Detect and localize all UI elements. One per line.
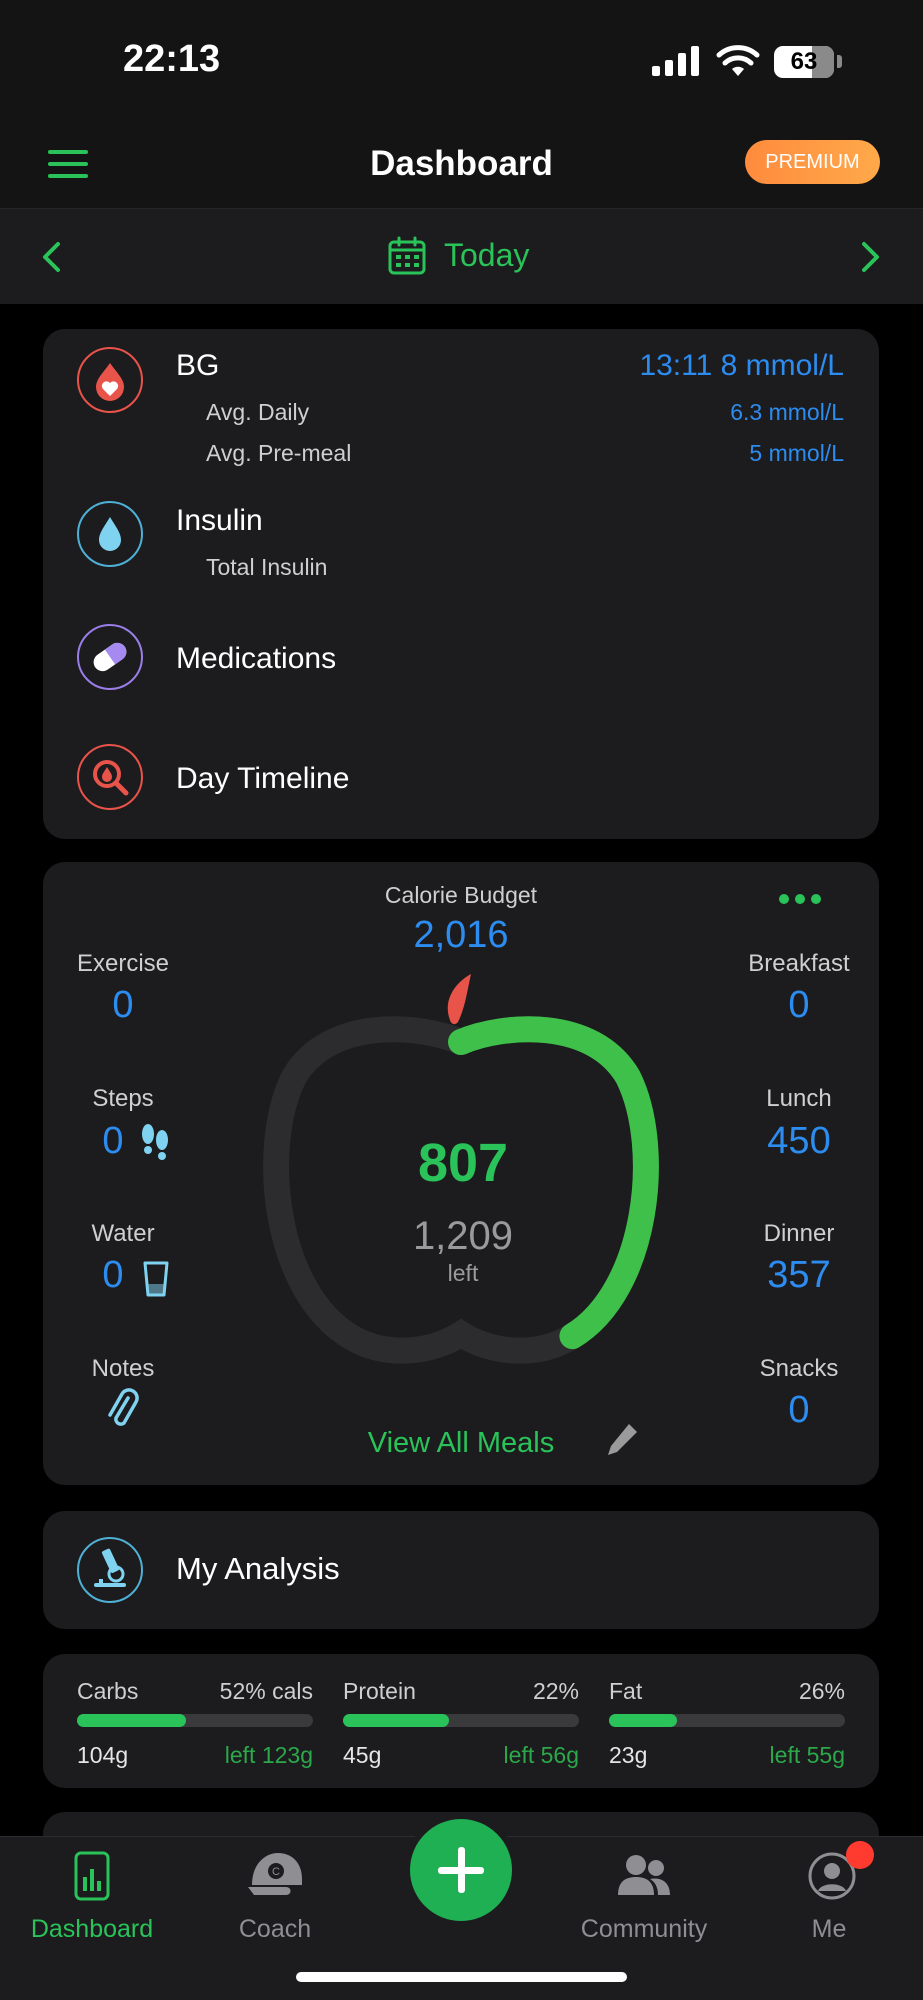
carbs-bar-fill	[77, 1714, 186, 1727]
tab-me[interactable]: Me	[744, 1915, 914, 1944]
notes-label: Notes	[91, 1355, 155, 1382]
date-label[interactable]: Today	[444, 237, 529, 274]
carbs-percent: 52% cals	[219, 1678, 313, 1704]
protein-label: Protein	[343, 1678, 416, 1704]
consumed-calories: 807	[417, 1133, 509, 1193]
protein-bar-track	[343, 1714, 579, 1727]
pencil-edit-icon[interactable]	[605, 1420, 639, 1458]
signal-icon	[652, 46, 699, 76]
add-button[interactable]	[410, 1819, 512, 1921]
day-timeline-title[interactable]: Day Timeline	[176, 762, 349, 796]
tab-community[interactable]: Community	[559, 1915, 729, 1944]
chevron-right-icon[interactable]	[858, 241, 882, 273]
wifi-icon	[716, 45, 760, 76]
battery-tip	[837, 55, 842, 68]
insulin-drop-icon	[77, 501, 143, 567]
bg-title[interactable]: BG	[176, 349, 219, 383]
water-label: Water	[91, 1220, 155, 1247]
svg-text:C: C	[272, 1866, 280, 1878]
tab-dashboard[interactable]: Dashboard	[7, 1915, 177, 1944]
carbs-label: Carbs	[77, 1678, 139, 1704]
calories-left-value: 1,209	[412, 1214, 514, 1258]
breakfast-value[interactable]: 0	[719, 984, 879, 1027]
medications-title[interactable]: Medications	[176, 642, 336, 676]
bg-avg-premeal-value: 5 mmol/L	[749, 440, 844, 466]
tab-coach[interactable]: Coach	[190, 1915, 360, 1944]
insulin-title[interactable]: Insulin	[176, 504, 263, 538]
fat-label: Fat	[609, 1678, 643, 1704]
battery-level: 63	[790, 48, 818, 75]
water-glass-icon	[143, 1261, 169, 1297]
status-bar: 22:13 63	[0, 0, 923, 120]
fat-left: left 55g	[769, 1742, 845, 1768]
footsteps-icon	[142, 1124, 168, 1160]
protein-percent: 22%	[532, 1678, 579, 1704]
carbs-amount: 104g	[77, 1742, 129, 1768]
more-options-icon[interactable]	[778, 892, 822, 906]
insulin-total-label: Total Insulin	[206, 554, 328, 580]
battery-icon: 63	[774, 46, 834, 78]
calorie-budget-label: Calorie Budget	[384, 882, 538, 908]
nav-header: Dashboard PREMIUM	[0, 120, 923, 209]
coach-cap-icon: C	[248, 1853, 302, 1895]
snacks-value[interactable]: 0	[719, 1389, 879, 1432]
status-time: 22:13	[123, 38, 221, 80]
apple-stem-icon	[447, 974, 471, 1025]
calendar-icon	[388, 236, 426, 275]
blood-drop-heart-icon	[77, 347, 143, 413]
pill-icon	[77, 624, 143, 690]
dashboard-phone-chart-icon	[74, 1851, 110, 1901]
my-analysis-title: My Analysis	[176, 1551, 340, 1586]
exercise-value[interactable]: 0	[43, 984, 203, 1027]
lunch-value[interactable]: 450	[719, 1120, 879, 1163]
macros-card[interactable]: Carbs 52% cals 104g left 123g Protein 22…	[43, 1654, 879, 1788]
paperclip-icon[interactable]	[105, 1388, 141, 1432]
dinner-label: Dinner	[763, 1220, 835, 1247]
steps-label: Steps	[92, 1085, 154, 1112]
snacks-label: Snacks	[759, 1355, 839, 1382]
exercise-label: Exercise	[76, 950, 170, 977]
bg-avg-daily-label: Avg. Daily	[206, 399, 310, 425]
protein-amount: 45g	[343, 1742, 382, 1768]
community-people-icon	[618, 1855, 670, 1895]
premium-button[interactable]: PREMIUM	[745, 140, 880, 184]
bg-avg-premeal-label: Avg. Pre-meal	[206, 440, 352, 466]
plus-icon	[438, 1847, 484, 1893]
fat-percent: 26%	[798, 1678, 845, 1704]
protein-bar-fill	[343, 1714, 450, 1727]
calorie-card: Calorie Budget 2,016 Exercise 0 Steps 0 …	[43, 862, 879, 1485]
date-navigator: Today	[0, 209, 923, 304]
carbs-left: left 123g	[224, 1742, 313, 1768]
bottom-tab-bar: Dashboard C Coach Community Me	[0, 1819, 923, 2000]
view-all-meals-link[interactable]: View All Meals	[43, 1427, 879, 1460]
bg-avg-daily-value: 6.3 mmol/L	[730, 399, 844, 425]
my-analysis-card[interactable]: My Analysis	[43, 1511, 879, 1629]
protein-left: left 56g	[503, 1742, 579, 1768]
breakfast-label: Breakfast	[748, 950, 850, 977]
microscope-icon	[77, 1537, 143, 1603]
fat-amount: 23g	[609, 1742, 648, 1768]
calories-left-label: left	[447, 1260, 479, 1286]
fat-bar-track	[609, 1714, 845, 1727]
health-card: BG 13:11 8 mmol/L Avg. Daily 6.3 mmol/L …	[43, 329, 879, 839]
fat-bar-fill	[609, 1714, 678, 1727]
chevron-left-icon[interactable]	[40, 241, 64, 273]
lunch-label: Lunch	[766, 1085, 832, 1112]
carbs-bar-track	[77, 1714, 313, 1727]
bg-latest-value: 13:11 8 mmol/L	[639, 349, 844, 382]
dinner-value[interactable]: 357	[719, 1254, 879, 1297]
notification-badge	[846, 1841, 874, 1869]
home-indicator	[296, 1972, 627, 1982]
timeline-magnifier-icon	[77, 744, 143, 810]
